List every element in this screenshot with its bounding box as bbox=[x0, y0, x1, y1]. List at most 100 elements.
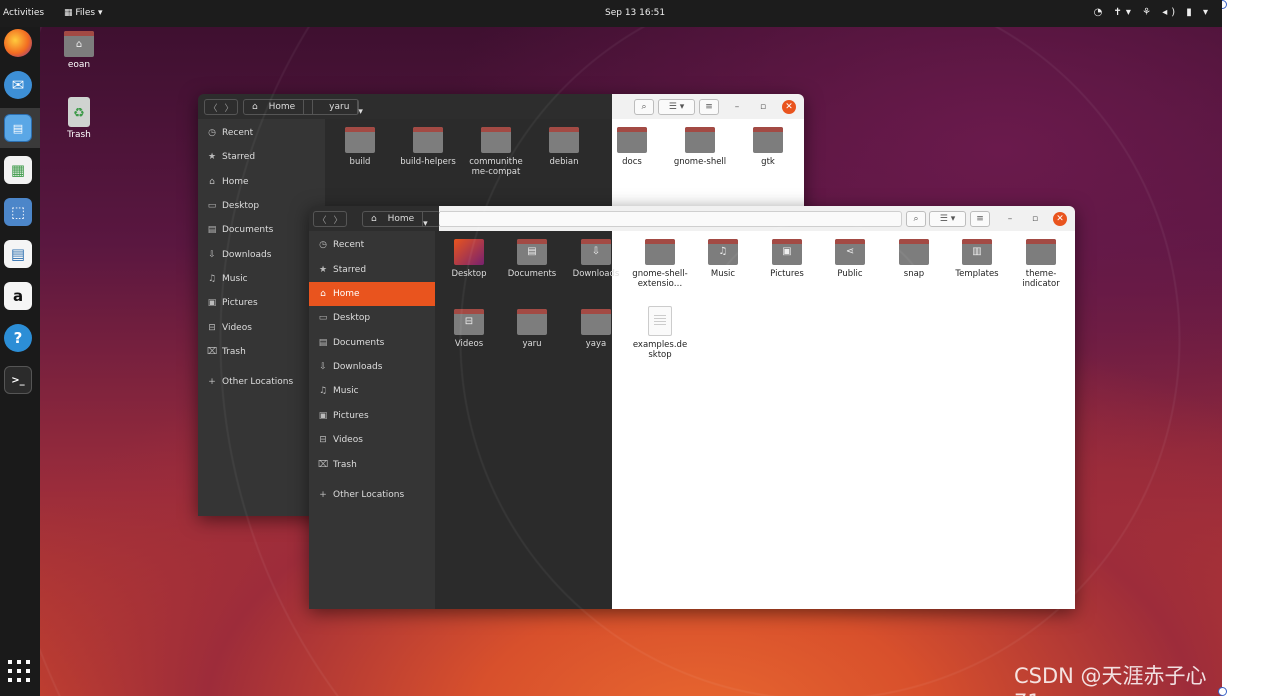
path-bar[interactable]: ⌂ Home yaru ▾ bbox=[243, 99, 363, 117]
path-bar[interactable]: ⌂ Home ▾ bbox=[362, 211, 440, 229]
system-tray[interactable]: ◔ ✝▾ ⚘ ◂) ▮ ▾ bbox=[1094, 7, 1212, 18]
view-toggle-button[interactable]: ☰ ▾ bbox=[658, 99, 695, 115]
home-folder-icon: ⌂ bbox=[64, 31, 94, 57]
home-icon: ⌂ bbox=[209, 177, 215, 187]
file-item[interactable]: yaru bbox=[504, 309, 560, 349]
sidebar-item-desktop[interactable]: ▭ Desktop bbox=[309, 306, 435, 330]
file-item[interactable]: ▤ Documents bbox=[504, 239, 560, 279]
trash-icon: ⌧ bbox=[317, 460, 329, 470]
sidebar-item-desktop[interactable]: ▭ Desktop bbox=[198, 194, 259, 218]
sidebar-item-starred[interactable]: ★ Starred bbox=[198, 145, 255, 169]
app-menu[interactable]: ▦ Files ▾ bbox=[64, 8, 103, 18]
activities-button[interactable]: Activities bbox=[3, 8, 44, 18]
view-toggle-button[interactable]: ☰ ▾ bbox=[929, 211, 966, 227]
path-home[interactable]: ⌂ Home ▾ bbox=[363, 212, 440, 229]
sidebar-item-downloads[interactable]: ⇩ Downloads bbox=[309, 355, 435, 379]
file-item[interactable]: communitheme-compat bbox=[468, 127, 524, 177]
file-item[interactable]: gnome-shell-extensio… bbox=[632, 239, 688, 289]
minimize-icon[interactable]: – bbox=[1003, 212, 1017, 226]
writer-icon[interactable]: ▤ bbox=[4, 240, 32, 268]
file-item[interactable]: yaya bbox=[568, 309, 624, 349]
path-home[interactable]: ⌂ Home bbox=[244, 100, 314, 114]
close-icon[interactable]: ✕ bbox=[1053, 212, 1067, 226]
file-item[interactable]: examples.desktop bbox=[632, 306, 688, 360]
nav-back-forward[interactable]: 〈〉 bbox=[313, 211, 347, 227]
desktop-trash[interactable]: ♻ Trash bbox=[49, 97, 109, 140]
desktop-icon: ▭ bbox=[318, 313, 328, 323]
plus-icon: + bbox=[208, 377, 216, 387]
sidebar-item-trash[interactable]: ⌧ Trash bbox=[198, 340, 246, 364]
pictures-icon: ▣ bbox=[207, 298, 217, 308]
sidebar-item-recent[interactable]: ◷ Recent bbox=[198, 121, 253, 145]
sidebar-item-videos[interactable]: ⊟ Videos bbox=[309, 428, 435, 452]
path-bar-extension bbox=[440, 211, 902, 227]
sidebar-item-home[interactable]: ⌂ Home bbox=[309, 282, 435, 306]
files-icon[interactable]: ▤ bbox=[4, 114, 32, 142]
files-window-front[interactable]: 〈〉 ⌂ Home ▾ ⌕ ☰ ▾ ≡ – ▫ ✕ ◷ Recent ★ Starr… bbox=[309, 206, 1075, 609]
file-item[interactable]: snap bbox=[886, 239, 942, 279]
file-item[interactable]: ⊟ Videos bbox=[441, 309, 497, 349]
close-icon[interactable]: ✕ bbox=[782, 100, 796, 114]
terminal-icon[interactable]: >_ bbox=[4, 366, 32, 394]
sidebar-item-documents[interactable]: ▤ Documents bbox=[309, 331, 435, 355]
sidebar-item-documents[interactable]: ▤ Documents bbox=[198, 218, 274, 242]
sidebar-item-music[interactable]: ♫ Music bbox=[198, 267, 248, 291]
recent-icon: ◷ bbox=[319, 240, 327, 250]
nav-back-forward[interactable]: 〈〉 bbox=[204, 99, 238, 115]
plus-icon: + bbox=[319, 490, 327, 500]
menu-icon[interactable]: ≡ bbox=[699, 99, 719, 115]
amazon-icon[interactable]: a bbox=[4, 282, 32, 310]
folder-icon bbox=[645, 239, 675, 265]
screenshot-icon[interactable]: ⬚ bbox=[4, 198, 32, 226]
folder-icon bbox=[481, 127, 511, 153]
file-item[interactable]: ▣ Pictures bbox=[759, 239, 815, 279]
file-item[interactable]: gnome-shell bbox=[672, 127, 728, 167]
sidebar-item-pictures[interactable]: ▣ Pictures bbox=[198, 291, 258, 315]
file-item[interactable]: theme-indicator bbox=[1013, 239, 1069, 289]
desktop-folder-icon bbox=[454, 239, 484, 265]
desktop-icon: ▭ bbox=[207, 201, 217, 211]
pictures-folder-icon: ▣ bbox=[772, 239, 802, 265]
desktop-home-folder[interactable]: ⌂ eoan bbox=[49, 31, 109, 70]
sidebar-item-videos[interactable]: ⊟ Videos bbox=[198, 316, 252, 340]
maximize-icon[interactable]: ▫ bbox=[756, 100, 770, 114]
software-icon[interactable]: ▦ bbox=[4, 156, 32, 184]
file-item[interactable]: ⋖ Public bbox=[822, 239, 878, 279]
path-yaru[interactable]: yaru ▾ bbox=[313, 100, 371, 117]
sidebar-item-home[interactable]: ⌂ Home bbox=[198, 170, 248, 194]
file-item[interactable]: ▥ Templates bbox=[949, 239, 1005, 279]
sidebar-item-other-locations[interactable]: + Other Locations bbox=[309, 483, 435, 507]
file-item[interactable]: ♫ Music bbox=[695, 239, 751, 279]
star-icon: ★ bbox=[207, 152, 217, 162]
file-item[interactable]: docs bbox=[604, 127, 660, 167]
search-icon[interactable]: ⌕ bbox=[634, 99, 654, 115]
show-applications-icon[interactable] bbox=[8, 660, 30, 682]
file-item[interactable]: Desktop bbox=[441, 239, 497, 279]
menu-icon[interactable]: ≡ bbox=[970, 211, 990, 227]
sidebar-item-trash[interactable]: ⌧ Trash bbox=[309, 453, 435, 477]
file-item[interactable]: debian bbox=[536, 127, 592, 167]
sidebar-item-downloads[interactable]: ⇩ Downloads bbox=[198, 243, 271, 267]
sidebar-item-starred[interactable]: ★ Starred bbox=[309, 258, 435, 282]
maximize-icon[interactable]: ▫ bbox=[1028, 212, 1042, 226]
clock[interactable]: Sep 13 16:51 bbox=[605, 8, 665, 18]
sidebar-item-recent[interactable]: ◷ Recent bbox=[309, 233, 435, 257]
minimize-icon[interactable]: – bbox=[730, 100, 744, 114]
sidebar-item-pictures[interactable]: ▣ Pictures bbox=[309, 404, 435, 428]
file-item[interactable]: build bbox=[332, 127, 388, 167]
sidebar-item-music[interactable]: ♫ Music bbox=[309, 379, 435, 403]
file-item[interactable]: gtk bbox=[740, 127, 796, 167]
videos-folder-icon: ⊟ bbox=[454, 309, 484, 335]
music-icon: ♫ bbox=[318, 386, 328, 396]
search-icon[interactable]: ⌕ bbox=[906, 211, 926, 227]
sidebar-item-other-locations[interactable]: + Other Locations bbox=[198, 370, 293, 394]
file-item[interactable]: build-helpers bbox=[400, 127, 456, 167]
thunderbird-icon[interactable]: ✉ bbox=[4, 71, 32, 99]
folder-icon bbox=[345, 127, 375, 153]
app-menu-label: Files bbox=[75, 8, 96, 18]
help-icon[interactable]: ? bbox=[4, 324, 32, 352]
file-item[interactable]: ⇩ Downloads bbox=[568, 239, 624, 279]
downloads-folder-icon: ⇩ bbox=[581, 239, 611, 265]
firefox-icon[interactable] bbox=[4, 29, 32, 57]
folder-icon bbox=[581, 309, 611, 335]
